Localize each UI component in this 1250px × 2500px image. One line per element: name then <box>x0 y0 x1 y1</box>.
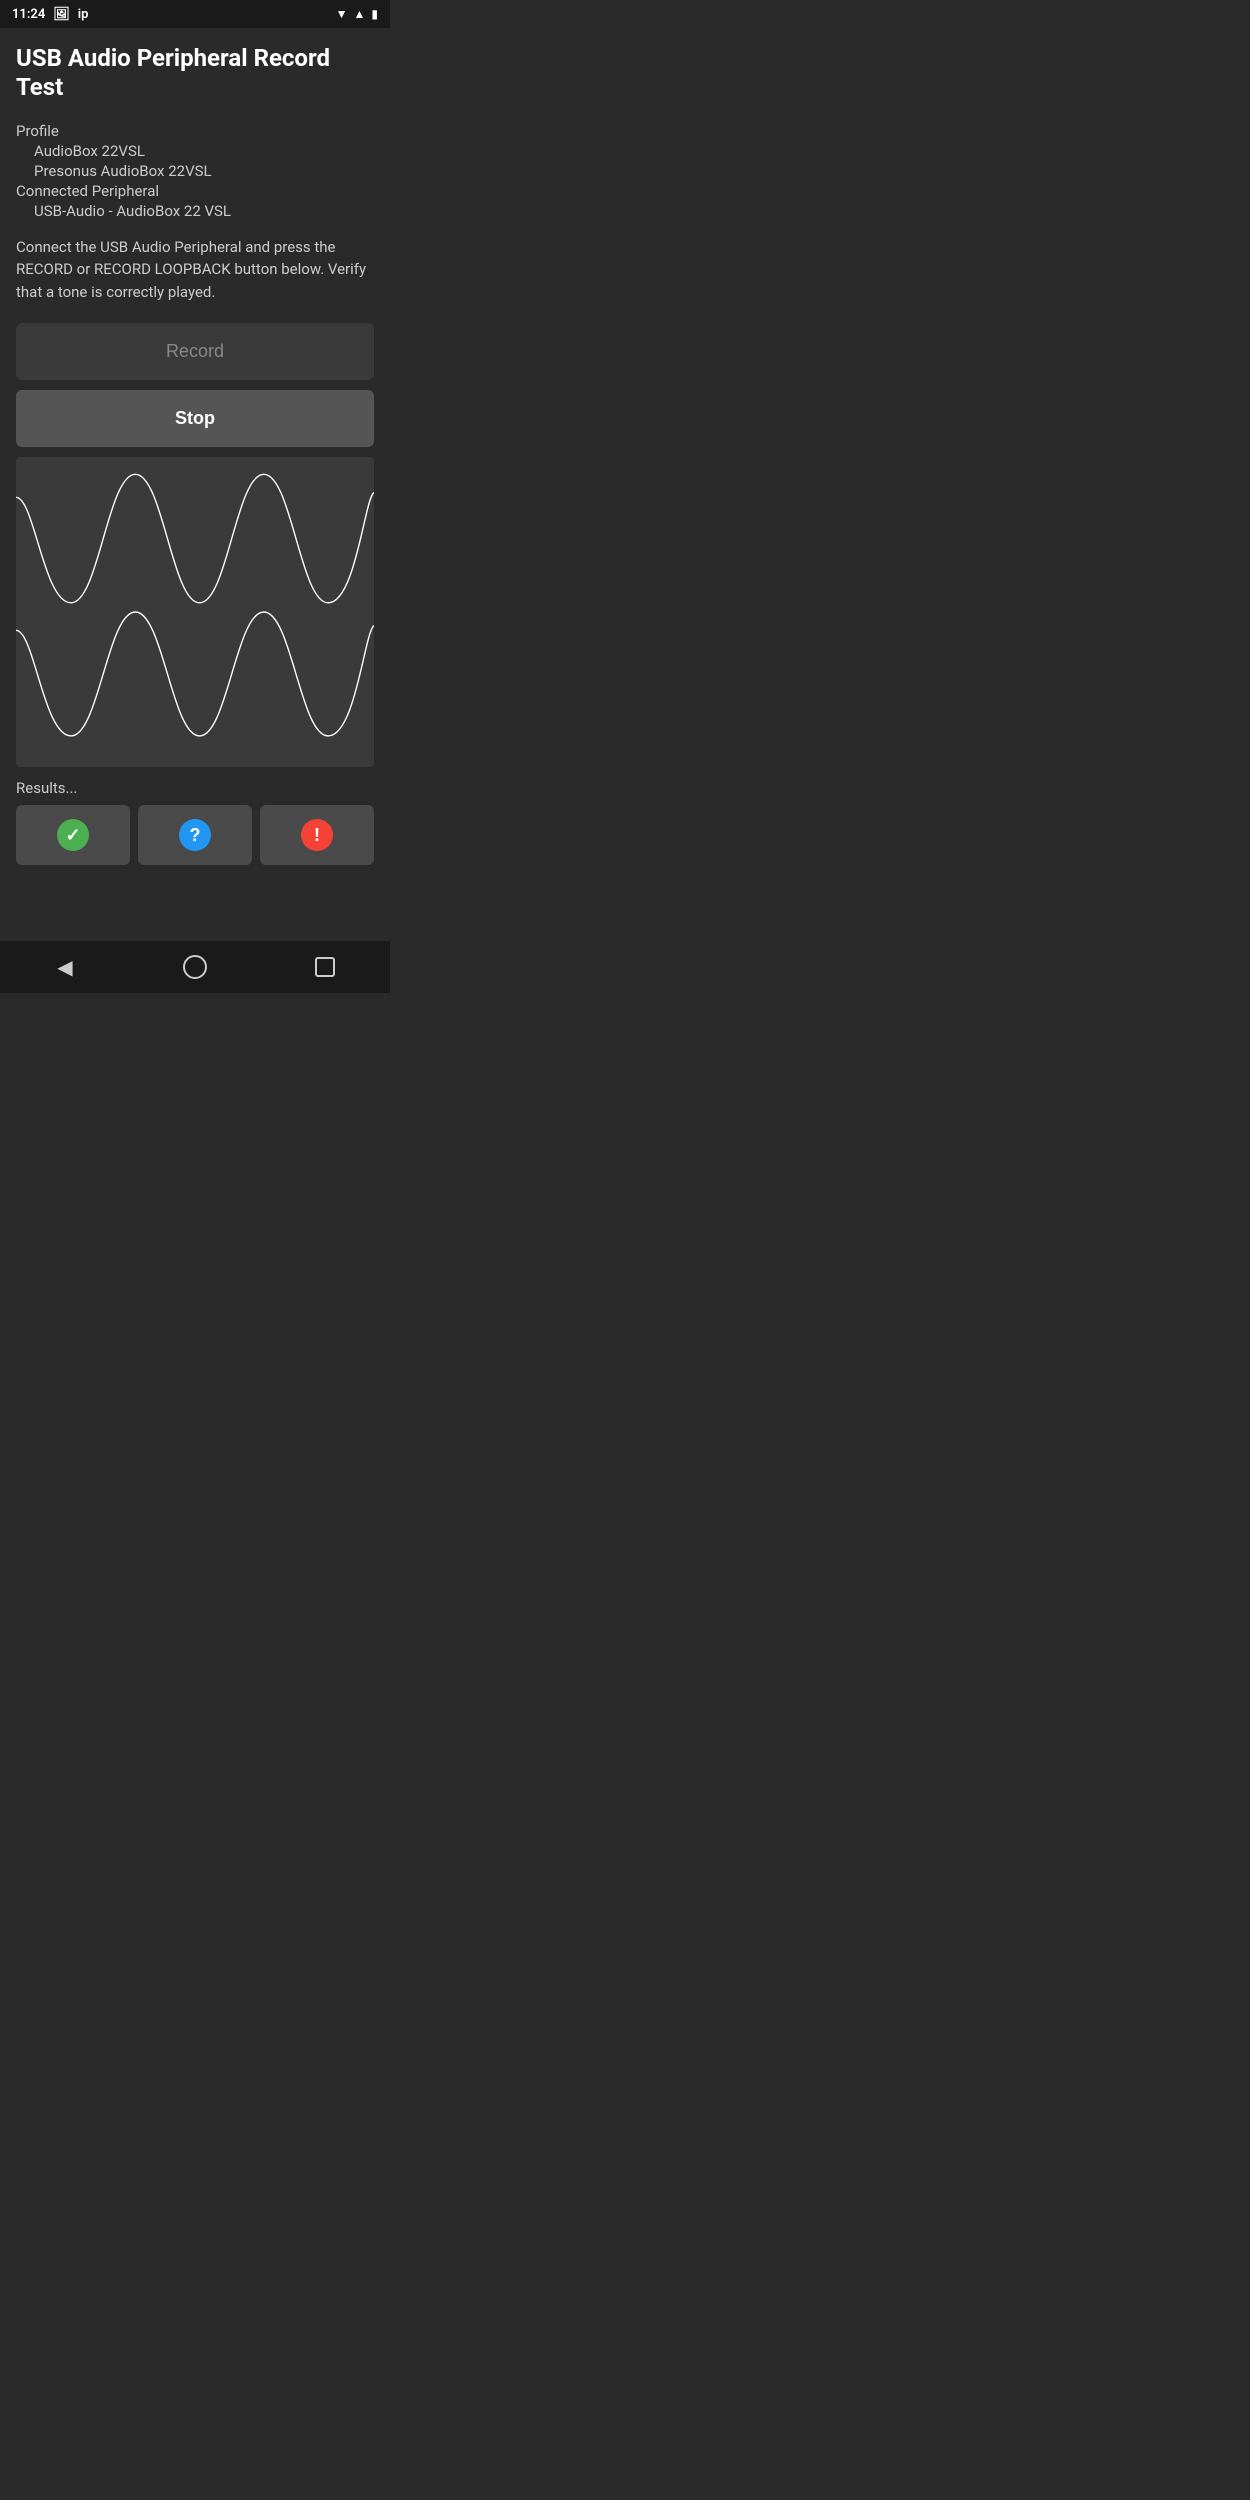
result-success-button[interactable]: ✓ <box>16 805 130 865</box>
profile-sub: Presonus AudioBox 22VSL <box>16 162 374 180</box>
page-title: USB Audio Peripheral Record Test <box>16 44 374 102</box>
wifi-icon: ▼ <box>336 7 348 21</box>
back-button[interactable]: ◀ <box>45 947 85 987</box>
question-icon: ? <box>179 819 211 851</box>
waveform-svg <box>16 457 374 767</box>
battery-icon: ▮ <box>371 7 378 21</box>
stop-button[interactable]: Stop <box>16 390 374 447</box>
ip-label: ip <box>78 7 89 22</box>
recents-button[interactable] <box>305 947 345 987</box>
results-label: Results... <box>16 779 374 797</box>
description-text: Connect the USB Audio Peripheral and pre… <box>16 236 374 304</box>
success-icon: ✓ <box>57 819 89 851</box>
peripheral-name: USB-Audio - AudioBox 22 VSL <box>16 202 374 220</box>
recents-icon <box>315 957 335 977</box>
status-left: 11:24 🖼 ip <box>12 7 88 22</box>
profile-name: AudioBox 22VSL <box>16 142 374 160</box>
home-icon <box>183 955 207 979</box>
nav-bar: ◀ <box>0 941 390 993</box>
status-right: ▼ ▲ ▮ <box>336 7 378 21</box>
status-bar: 11:24 🖼 ip ▼ ▲ ▮ <box>0 0 390 28</box>
waveform-display <box>16 457 374 767</box>
signal-icon: ▲ <box>354 7 366 21</box>
record-button[interactable]: Record <box>16 323 374 380</box>
results-buttons: ✓ ? ! <box>16 805 374 865</box>
image-icon: 🖼 <box>53 7 70 22</box>
error-icon: ! <box>301 819 333 851</box>
profile-section: Profile AudioBox 22VSL Presonus AudioBox… <box>16 122 374 220</box>
time-display: 11:24 <box>12 7 45 22</box>
peripheral-label: Connected Peripheral <box>16 182 374 200</box>
back-icon: ◀ <box>57 955 72 980</box>
result-error-button[interactable]: ! <box>260 805 374 865</box>
profile-label: Profile <box>16 122 374 140</box>
main-content: USB Audio Peripheral Record Test Profile… <box>0 28 390 881</box>
home-button[interactable] <box>175 947 215 987</box>
result-question-button[interactable]: ? <box>138 805 252 865</box>
